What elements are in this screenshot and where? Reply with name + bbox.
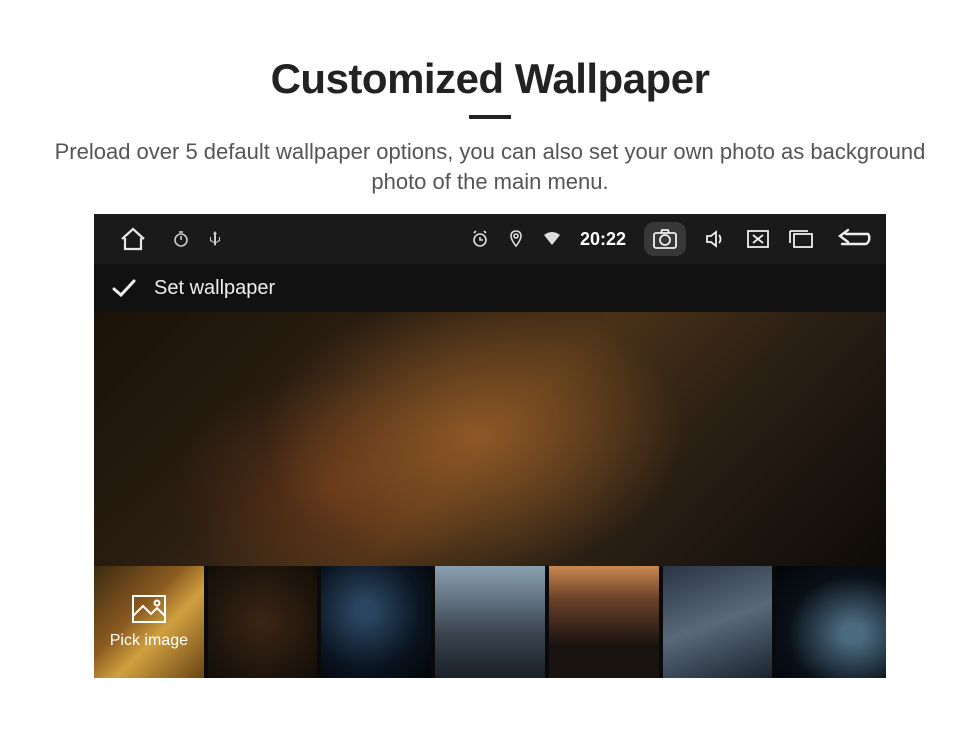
title-bar: Set wallpaper bbox=[94, 264, 886, 312]
timer-icon bbox=[172, 230, 190, 248]
location-icon bbox=[508, 229, 524, 249]
usb-icon bbox=[208, 230, 222, 248]
camera-icon[interactable] bbox=[644, 222, 686, 256]
page-title: Customized Wallpaper bbox=[0, 55, 980, 103]
recents-icon[interactable] bbox=[788, 229, 814, 249]
close-box-icon[interactable] bbox=[746, 229, 770, 249]
wallpaper-thumb[interactable] bbox=[776, 566, 886, 678]
home-icon[interactable] bbox=[118, 226, 148, 252]
wallpaper-thumb[interactable] bbox=[321, 566, 431, 678]
picture-icon bbox=[131, 594, 167, 624]
volume-icon[interactable] bbox=[704, 229, 728, 249]
wallpaper-thumbstrip: Pick image bbox=[94, 566, 886, 678]
pick-image-label: Pick image bbox=[110, 632, 188, 650]
wallpaper-thumb[interactable] bbox=[549, 566, 659, 678]
alarm-icon bbox=[470, 229, 490, 249]
wallpaper-preview bbox=[94, 312, 886, 566]
checkmark-icon[interactable] bbox=[110, 277, 138, 299]
status-bar: 20:22 bbox=[94, 214, 886, 264]
device-screenshot: 20:22 bbox=[94, 214, 886, 678]
clock-text: 20:22 bbox=[580, 229, 626, 250]
back-icon[interactable] bbox=[832, 228, 872, 250]
wifi-icon bbox=[542, 231, 562, 247]
wallpaper-thumb[interactable] bbox=[208, 566, 318, 678]
wallpaper-thumb[interactable] bbox=[663, 566, 773, 678]
wallpaper-thumb[interactable] bbox=[435, 566, 545, 678]
title-underline bbox=[469, 115, 511, 119]
title-bar-label: Set wallpaper bbox=[154, 277, 275, 300]
page-subtitle: Preload over 5 default wallpaper options… bbox=[35, 137, 945, 196]
pick-image-button[interactable]: Pick image bbox=[94, 566, 204, 678]
